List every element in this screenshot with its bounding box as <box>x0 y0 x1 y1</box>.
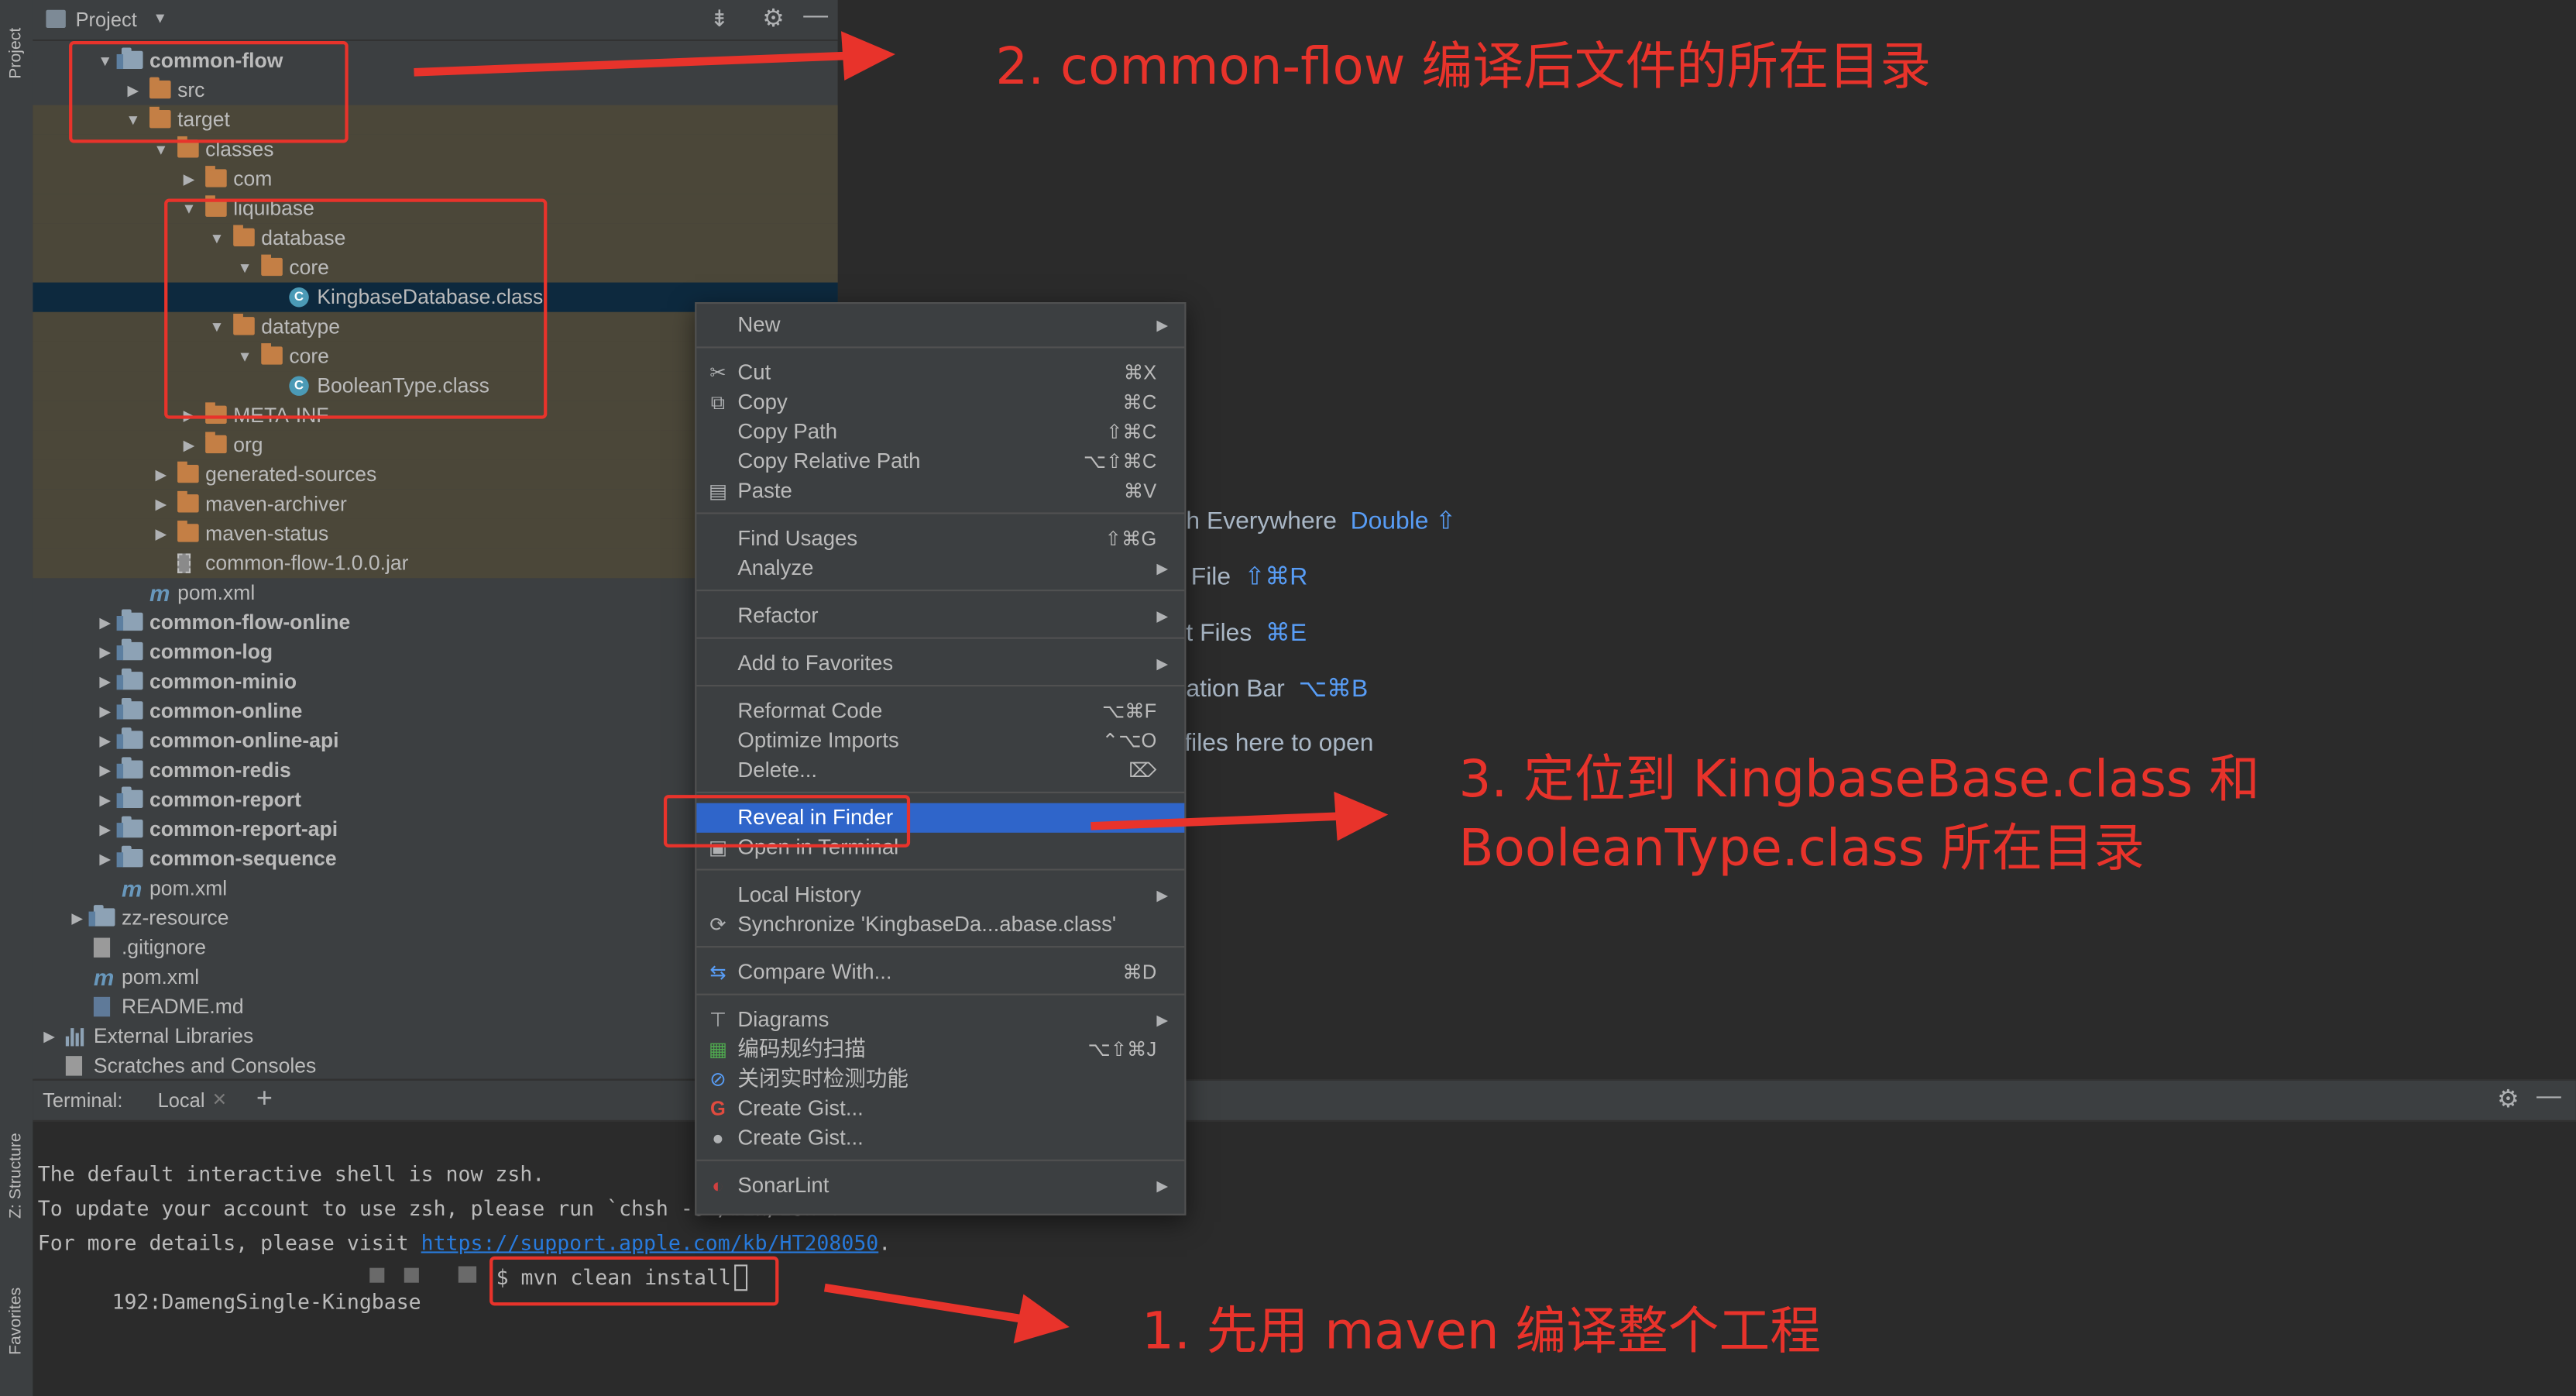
arrow-step3-head <box>1334 791 1389 841</box>
arrow-step2-head <box>841 31 895 81</box>
arrow-step2 <box>414 51 847 77</box>
arrow-step3 <box>1091 812 1339 830</box>
annotation-step3-line2: BooleanType.class 所在目录 <box>1458 819 2145 879</box>
annotation-arrows <box>414 31 1389 1344</box>
arrow-step1-head <box>1013 1294 1070 1344</box>
annotation-step2: 2. common-flow 编译后文件的所在目录 <box>995 37 1932 98</box>
annotation-step1: 1. 先用 maven 编译整个工程 <box>1142 1302 1822 1362</box>
arrow-step1 <box>823 1283 1023 1323</box>
annotation-step3-line1: 3. 定位到 KingbaseBase.class 和 <box>1458 750 2260 810</box>
